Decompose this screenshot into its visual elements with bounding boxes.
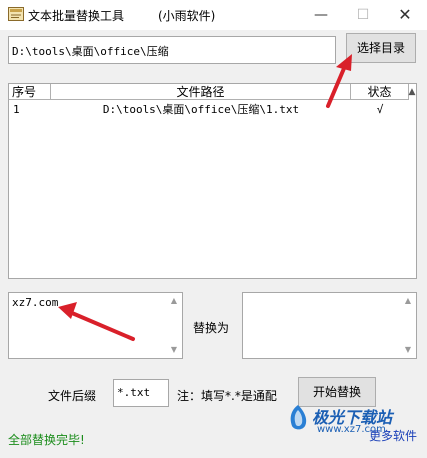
- scroll-up-icon[interactable]: ▲: [167, 294, 181, 308]
- find-text-value: xz7.com: [12, 296, 59, 309]
- row-seq: 1: [13, 103, 20, 116]
- select-directory-button[interactable]: 选择目录: [346, 33, 416, 63]
- extension-input[interactable]: *.txt: [113, 379, 169, 407]
- replace-text-area[interactable]: ▲ ▼: [242, 292, 417, 359]
- window-title: 文本批量替换工具: [28, 9, 125, 23]
- column-header-seq[interactable]: 序号: [9, 84, 51, 100]
- row-path: D:\tools\桌面\office\压缩\1.txt: [102, 103, 300, 116]
- status-message: 全部替换完毕!: [8, 433, 85, 447]
- extension-label: 文件后缀: [48, 389, 97, 403]
- replace-label: 替换为: [193, 321, 230, 335]
- maximize-button[interactable]: ☐: [342, 0, 384, 30]
- wildcard-hint: 注：填写*.*是通配: [177, 389, 277, 403]
- start-replace-button[interactable]: 开始替换: [298, 377, 376, 407]
- folder-path-input[interactable]: D:\tools\桌面\office\压缩: [8, 36, 336, 64]
- find-text-area[interactable]: xz7.com ▲ ▼: [8, 292, 183, 359]
- scroll-down-icon[interactable]: ▼: [167, 343, 181, 357]
- scroll-down-icon[interactable]: ▼: [401, 343, 415, 357]
- close-button[interactable]: ✕: [384, 0, 426, 30]
- app-book-icon: [8, 7, 24, 21]
- more-software-link[interactable]: 更多软件: [369, 427, 417, 444]
- minimize-button[interactable]: —: [300, 0, 342, 30]
- watermark-logo-icon: [290, 405, 307, 430]
- file-list[interactable]: 序号 文件路径 状态 ▲ 1 D:\tools\桌面\office\压缩\1.t…: [8, 83, 417, 279]
- window-subtitle: (小雨软件): [158, 9, 216, 23]
- sort-arrow-icon: ▲: [408, 87, 416, 97]
- row-state: √: [376, 103, 384, 116]
- column-header-state[interactable]: 状态: [351, 84, 409, 100]
- scroll-up-icon[interactable]: ▲: [401, 294, 415, 308]
- column-header-path[interactable]: 文件路径: [51, 84, 351, 100]
